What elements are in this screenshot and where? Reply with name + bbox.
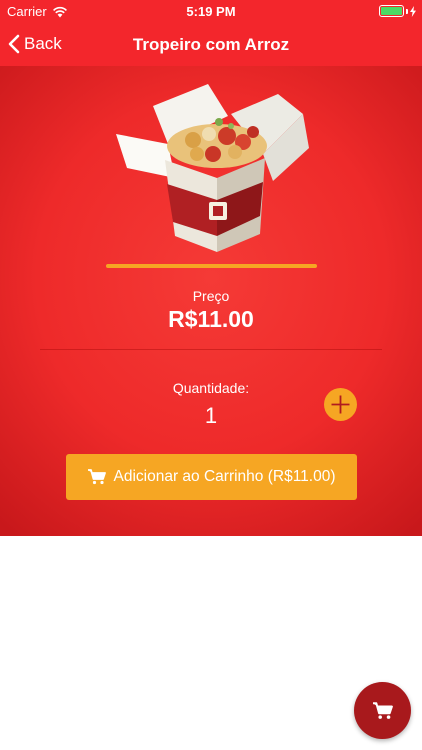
increase-quantity-button[interactable] <box>324 388 357 421</box>
quantity-label: Quantidade: <box>172 380 250 396</box>
navigation-bar: Back Tropeiro com Arroz <box>0 22 422 66</box>
battery-icon <box>379 5 404 17</box>
status-bar: Carrier 5:19 PM <box>0 0 422 22</box>
quantity-value: 1 <box>204 403 218 428</box>
product-image <box>116 84 309 252</box>
cart-icon <box>87 469 106 485</box>
price-value: R$11.00 <box>168 306 254 332</box>
cart-icon <box>372 701 393 719</box>
status-time: 5:19 PM <box>186 4 236 19</box>
image-divider <box>106 264 317 268</box>
battery-indicator <box>379 5 416 17</box>
page-title: Tropeiro com Arroz <box>132 35 290 54</box>
add-to-cart-button[interactable]: Adicionar ao Carrinho (R$11.00) <box>66 454 357 500</box>
section-divider <box>40 349 382 350</box>
price-label: Preço <box>192 288 230 304</box>
charging-icon <box>410 5 416 17</box>
product-detail-panel: Preço R$11.00 Quantidade: 1 Adicionar ao… <box>0 66 422 536</box>
plus-icon <box>331 395 350 414</box>
cart-fab-button[interactable] <box>354 682 411 739</box>
add-to-cart-label: Adicionar ao Carrinho (R$11.00) <box>113 468 336 485</box>
